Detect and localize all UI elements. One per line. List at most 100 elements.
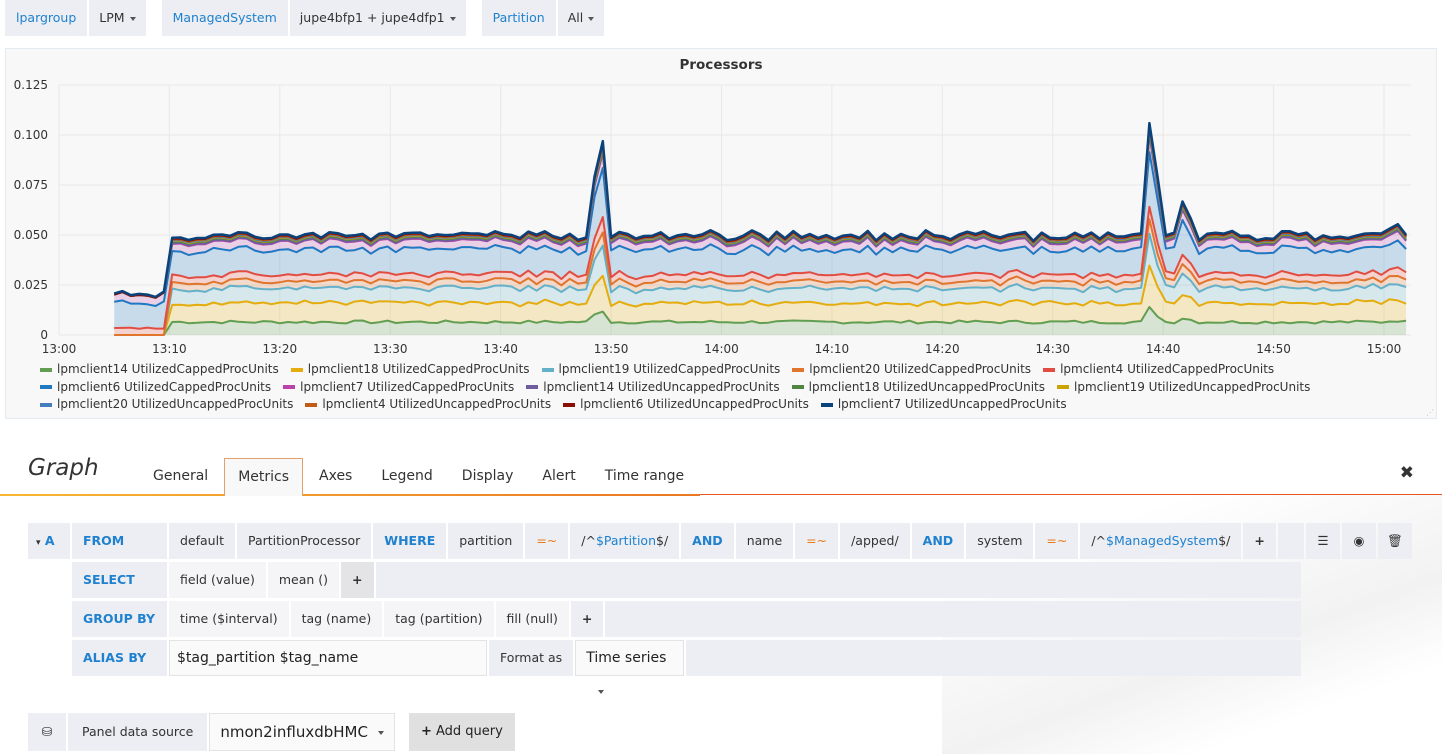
legend-item[interactable]: lpmclient18 UtilizedCappedProcUnits xyxy=(290,362,530,376)
tag-value-name[interactable]: /apped/ xyxy=(840,523,910,559)
legend-item[interactable]: lpmclient14 UtilizedCappedProcUnits xyxy=(40,362,279,376)
close-icon[interactable]: ✖ xyxy=(1400,463,1414,483)
group-tag-name-segment[interactable]: tag (name) xyxy=(290,601,383,637)
legend-swatch xyxy=(290,367,303,372)
trash-icon[interactable]: 🗑 xyxy=(1378,523,1412,559)
operator-segment[interactable]: =~ xyxy=(1035,523,1079,559)
group-time-segment[interactable]: time ($interval) xyxy=(169,601,289,637)
datasource-value: nmon2influxdbHMC xyxy=(220,723,368,741)
select-keyword: SELECT xyxy=(72,562,167,598)
regex-suffix: $/ xyxy=(656,533,669,548)
chart-legend: lpmclient14 UtilizedCappedProcUnits lpmcl… xyxy=(40,362,1420,415)
legend-row: lpmclient20 UtilizedUncappedProcUnits lpm… xyxy=(40,397,1420,415)
query-menu-icon[interactable]: ☰ xyxy=(1306,523,1340,559)
add-groupby-button[interactable]: + xyxy=(570,601,604,637)
query-row-select: SELECT field (value) mean () + xyxy=(72,562,1303,598)
legend-label: lpmclient7 UtilizedCappedProcUnits xyxy=(300,379,515,394)
regex-suffix: $/ xyxy=(1218,533,1231,548)
alias-input[interactable]: $tag_partition $tag_name xyxy=(169,640,487,676)
x-tick-label: 13:00 xyxy=(42,342,77,356)
group-fill-segment[interactable]: fill (null) xyxy=(495,601,569,637)
row-filler xyxy=(686,640,1301,676)
regex-prefix: /^ xyxy=(1091,533,1107,548)
policy-segment[interactable]: default xyxy=(169,523,235,559)
tab-axes[interactable]: Axes xyxy=(306,458,365,496)
resize-handle-icon[interactable]: ⋰ xyxy=(1426,408,1434,417)
and-keyword[interactable]: AND xyxy=(911,523,965,559)
legend-label: lpmclient18 UtilizedCappedProcUnits xyxy=(307,362,530,376)
template-var-dropdown[interactable]: jupe4bfp1 + jupe4dfp1 xyxy=(289,0,466,36)
datasource-select[interactable]: nmon2influxdbHMC xyxy=(209,713,395,751)
legend-swatch xyxy=(40,367,52,372)
measurement-segment[interactable]: PartitionProcessor xyxy=(236,523,372,559)
legend-item[interactable]: lpmclient4 UtilizedUncappedProcUnits xyxy=(305,397,551,411)
legend-item[interactable]: lpmclient20 UtilizedUncappedProcUnits xyxy=(40,397,293,411)
legend-swatch xyxy=(526,385,539,389)
tab-display[interactable]: Display xyxy=(449,458,527,496)
format-select[interactable]: Time series xyxy=(575,640,685,694)
legend-swatch xyxy=(283,385,296,389)
datasource-label: Panel data source xyxy=(68,713,208,751)
legend-swatch xyxy=(792,367,805,372)
query-collapse-toggle[interactable]: ▾ A xyxy=(28,523,70,559)
template-var-dropdown[interactable]: All xyxy=(557,0,605,36)
tab-metrics[interactable]: Metrics xyxy=(224,458,304,496)
legend-item[interactable]: lpmclient6 UtilizedUncappedProcUnits xyxy=(563,397,809,411)
legend-swatch xyxy=(305,402,318,407)
add-where-button[interactable]: + xyxy=(1243,523,1276,559)
add-select-button[interactable]: + xyxy=(341,562,374,598)
legend-label: lpmclient6 UtilizedCappedProcUnits xyxy=(57,379,272,394)
template-var-label: ManagedSystem xyxy=(161,0,288,36)
template-var-value: jupe4bfp1 + jupe4dfp1 xyxy=(299,10,445,25)
tab-legend[interactable]: Legend xyxy=(368,458,445,496)
legend-item[interactable]: lpmclient14 UtilizedUncappedProcUnits xyxy=(526,380,780,394)
tag-value-partition[interactable]: /^$Partition$/ xyxy=(570,523,680,559)
tab-alert[interactable]: Alert xyxy=(529,458,588,496)
select-function-segment[interactable]: mean () xyxy=(267,562,340,598)
legend-item[interactable]: lpmclient19 UtilizedUncappedProcUnits xyxy=(1057,380,1310,394)
tag-key-partition[interactable]: partition xyxy=(448,523,524,559)
legend-label: lpmclient20 UtilizedUncappedProcUnits xyxy=(57,397,294,411)
tag-value-system[interactable]: /^$ManagedSystem$/ xyxy=(1080,523,1242,559)
tab-general[interactable]: General xyxy=(140,458,221,496)
query-row-from: ▾ A FROM default PartitionProcessor WHER… xyxy=(28,523,1412,559)
y-tick-label: 0.075 xyxy=(14,178,48,192)
legend-item[interactable]: lpmclient6 UtilizedCappedProcUnits xyxy=(40,380,271,394)
row-filler xyxy=(375,562,1301,598)
tag-key-system[interactable]: system xyxy=(966,523,1034,559)
select-field-segment[interactable]: field (value) xyxy=(169,562,266,598)
caret-down-icon xyxy=(598,690,605,694)
legend-label: lpmclient7 UtilizedUncappedProcUnits xyxy=(837,397,1067,411)
tag-key-name[interactable]: name xyxy=(735,523,794,559)
x-tick-label: 13:50 xyxy=(594,342,629,356)
caret-down-icon xyxy=(377,730,384,735)
tab-time-range[interactable]: Time range xyxy=(592,458,697,496)
legend-item[interactable]: lpmclient4 UtilizedCappedProcUnits xyxy=(1043,362,1274,376)
legend-swatch xyxy=(541,367,554,372)
legend-swatch xyxy=(40,402,52,407)
legend-label: lpmclient19 UtilizedCappedProcUnits xyxy=(558,362,781,376)
and-keyword[interactable]: AND xyxy=(681,523,734,559)
add-query-label: Add query xyxy=(435,724,503,739)
legend-swatch xyxy=(563,402,576,407)
operator-segment[interactable]: =~ xyxy=(795,523,839,559)
operator-segment[interactable]: =~ xyxy=(525,523,569,559)
legend-item[interactable]: lpmclient18 UtilizedUncappedProcUnits xyxy=(791,379,1045,394)
legend-label: lpmclient14 UtilizedCappedProcUnits xyxy=(57,362,279,376)
legend-item[interactable]: lpmclient19 UtilizedCappedProcUnits xyxy=(541,362,781,376)
legend-item[interactable]: lpmclient7 UtilizedUncappedProcUnits xyxy=(820,397,1067,411)
caret-down-icon xyxy=(449,16,456,21)
y-tick-label: 0.025 xyxy=(14,278,48,292)
group-tag-partition-segment[interactable]: tag (partition) xyxy=(384,601,494,637)
template-var-dropdown[interactable]: LPM xyxy=(89,0,146,36)
plus-icon: + xyxy=(420,724,432,739)
legend-swatch xyxy=(1043,367,1056,372)
eye-icon[interactable]: ◉ xyxy=(1342,523,1376,559)
legend-label: lpmclient18 UtilizedUncappedProcUnits xyxy=(808,379,1045,394)
template-var-partition: Partition All xyxy=(481,0,605,36)
legend-item[interactable]: lpmclient7 UtilizedCappedProcUnits xyxy=(283,380,514,394)
legend-label: lpmclient20 UtilizedCappedProcUnits xyxy=(809,362,1032,376)
caret-down-icon: ▾ xyxy=(36,538,41,548)
add-query-button[interactable]: + Add query xyxy=(408,713,515,751)
legend-item[interactable]: lpmclient20 UtilizedCappedProcUnits xyxy=(792,362,1031,376)
